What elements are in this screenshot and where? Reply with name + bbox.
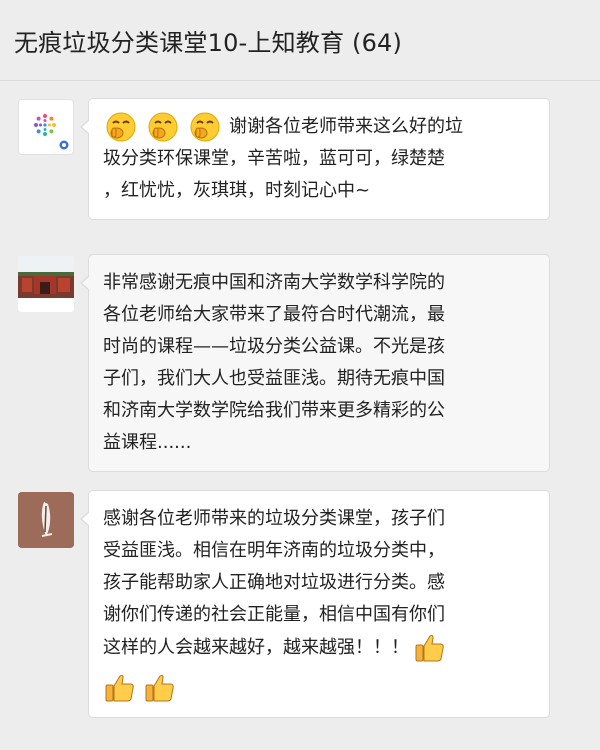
avatar[interactable] [18,492,74,548]
message-line: 圾分类环保课堂，辛苦啦，蓝可可，绿楚楚 [103,148,445,169]
message-line: 各位老师给大家带来了最符合时代潮流，最 [103,304,445,325]
message-line [103,671,535,705]
message-bubble[interactable]: 感谢各位老师带来的垃圾分类课堂，孩子们 受益匪浅。相信在明年济南的垃圾分类中， … [80,490,550,718]
message-line: 孩子能帮助家人正确地对垃圾进行分类。感 [103,572,445,593]
hush-face-emoji [145,111,181,143]
message-bubble[interactable]: 谢谢各位老师带来这么好的垃 圾分类环保课堂，辛苦啦，蓝可可，绿楚楚 ，红忧忧，灰… [80,98,550,220]
message-line: 益课程...... [103,432,192,453]
brown-sketch-avatar [18,492,74,548]
thumbs-up-emoji [103,671,137,705]
message-text: 谢谢各位老师带来这么好的垃 [229,116,463,137]
message-line: 非常感谢无痕中国和济南大学数学科学院的 [103,272,445,293]
message-line: 谢谢各位老师带来这么好的垃 [103,111,535,143]
message-line: 和济南大学数学院给我们带来更多精彩的公 [103,400,445,421]
avatar[interactable] [18,99,74,155]
message-line: 谢你们传递的社会正能量，相信中国有你们 [103,604,445,625]
red-gate-photo-avatar [18,256,74,312]
chat-header: 无痕垃圾分类课堂10-上知教育 (64) [0,0,600,80]
chat-title: 无痕垃圾分类课堂10-上知教育 (64) [14,28,403,57]
message-line: 这样的人会越来越好，越来越强！！！ [103,631,535,665]
message-line: ，红忧忧，灰琪琪，时刻记心中~ [103,180,371,201]
message-line: 感谢各位老师带来的垃圾分类课堂，孩子们 [103,508,445,529]
header-divider [0,80,600,81]
hush-face-emoji [187,111,223,143]
message-line: 子们，我们大人也受益匪浅。期待无痕中国 [103,368,445,389]
avatar[interactable] [18,256,74,312]
thumbs-up-emoji [143,671,177,705]
colorful-flower-logo-icon [34,114,69,150]
message-text: 这样的人会越来越好，越来越强！！！ [103,637,409,658]
thumbs-up-emoji [413,631,447,665]
hush-face-emoji [103,111,139,143]
message-line: 受益匪浅。相信在明年济南的垃圾分类中， [103,540,445,561]
message-bubble[interactable]: 非常感谢无痕中国和济南大学数学科学院的 各位老师给大家带来了最符合时代潮流，最 … [80,254,550,472]
message-line: 时尚的课程——垃圾分类公益课。不光是孩 [103,336,445,357]
